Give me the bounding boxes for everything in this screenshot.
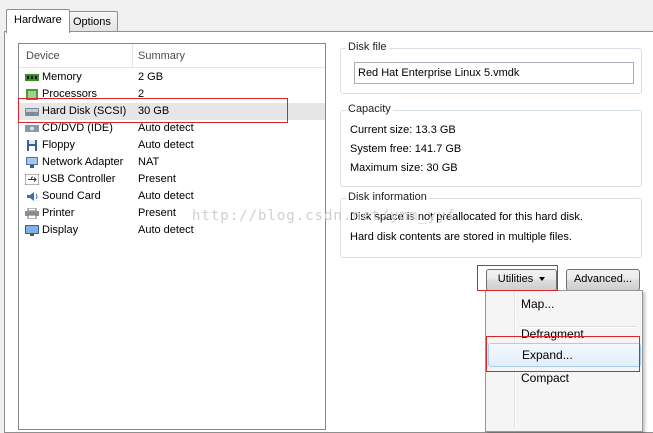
menu-item-compact[interactable]: Compact xyxy=(488,367,639,389)
device-row-hard-disk[interactable]: Hard Disk (SCSI) 30 GB xyxy=(19,103,325,120)
menu-item-expand[interactable]: Expand... xyxy=(488,343,641,367)
chevron-down-icon xyxy=(539,277,546,282)
device-list[interactable]: Device Summary Memory 2 GB Processors 2 … xyxy=(18,43,326,430)
menu-item-compact-label: Compact xyxy=(521,371,570,385)
utilities-button[interactable]: Utilities xyxy=(486,269,557,291)
hard-disk-icon xyxy=(25,108,39,116)
device-name: CD/DVD (IDE) xyxy=(42,122,113,134)
device-row-display[interactable]: Display Auto detect xyxy=(19,222,325,239)
tab-options[interactable]: Options xyxy=(66,11,118,32)
device-summary: Auto detect xyxy=(138,139,194,151)
column-summary[interactable]: Summary xyxy=(138,44,185,67)
device-summary: Auto detect xyxy=(138,190,194,202)
utilities-button-label: Utilities xyxy=(497,273,534,285)
menu-item-defragment[interactable]: Defragment xyxy=(488,323,639,345)
disk-information-legend: Disk information xyxy=(346,191,429,203)
printer-icon xyxy=(25,208,39,219)
device-summary: Auto detect xyxy=(138,224,194,236)
device-row-sound-card[interactable]: Sound Card Auto detect xyxy=(19,188,325,205)
device-summary: Auto detect xyxy=(138,122,194,134)
device-summary: Present xyxy=(138,207,176,219)
device-row-usb-controller[interactable]: USB Controller Present xyxy=(19,171,325,188)
device-row-cd-dvd[interactable]: CD/DVD (IDE) Auto detect xyxy=(19,120,325,137)
device-list-header: Device Summary xyxy=(19,44,325,68)
usb-icon xyxy=(25,174,39,185)
network-adapter-icon xyxy=(26,157,38,168)
device-row-printer[interactable]: Printer Present xyxy=(19,205,325,222)
device-summary: 2 GB xyxy=(138,71,164,83)
menu-item-expand-label: Expand... xyxy=(522,348,573,362)
device-name: Hard Disk (SCSI) xyxy=(42,105,127,117)
menu-item-defragment-label: Defragment xyxy=(521,327,584,341)
device-summary: 30 GB xyxy=(138,105,170,117)
column-device[interactable]: Device xyxy=(26,44,60,67)
device-row-processors[interactable]: Processors 2 xyxy=(19,86,325,103)
disk-info-line-1: Disk space is not preallocated for this … xyxy=(350,211,583,223)
device-row-network-adapter[interactable]: Network Adapter NAT xyxy=(19,154,325,171)
maximum-size-text: Maximum size: 30 GB xyxy=(350,162,458,174)
menu-item-map[interactable]: Map... xyxy=(488,293,639,315)
capacity-group: Capacity Current size: 13.3 GB System fr… xyxy=(340,103,642,187)
current-size-text: Current size: 13.3 GB xyxy=(350,124,456,136)
device-summary: NAT xyxy=(138,156,160,168)
disk-file-legend: Disk file xyxy=(346,41,389,53)
device-name: Display xyxy=(42,224,79,236)
device-row-memory[interactable]: Memory 2 GB xyxy=(19,69,325,86)
device-summary: 2 xyxy=(138,88,145,100)
display-icon xyxy=(25,225,39,236)
disk-file-field[interactable]: Red Hat Enterprise Linux 5.vmdk xyxy=(354,62,634,84)
device-name: Printer xyxy=(42,207,75,219)
device-row-floppy[interactable]: Floppy Auto detect xyxy=(19,137,325,154)
advanced-button[interactable]: Advanced... xyxy=(566,269,640,291)
menu-item-map-label: Map... xyxy=(521,297,555,311)
sound-card-icon xyxy=(27,192,38,201)
disk-information-group: Disk information Disk space is not preal… xyxy=(340,191,642,258)
cd-dvd-icon xyxy=(25,125,39,132)
device-name: Sound Card xyxy=(42,190,101,202)
device-name: Network Adapter xyxy=(42,156,124,168)
utilities-menu: Map... Defragment Expand... Compact xyxy=(485,290,643,432)
floppy-icon xyxy=(27,140,37,151)
memory-icon xyxy=(25,74,39,81)
tab-hardware[interactable]: Hardware xyxy=(6,9,70,33)
capacity-legend: Capacity xyxy=(346,103,393,115)
disk-file-group: Disk file Red Hat Enterprise Linux 5.vmd… xyxy=(340,41,642,94)
device-name: USB Controller xyxy=(42,173,116,185)
device-name: Memory xyxy=(42,71,82,83)
device-name: Processors xyxy=(42,88,98,100)
disk-info-line-2: Hard disk contents are stored in multipl… xyxy=(350,231,572,243)
device-summary: Present xyxy=(138,173,176,185)
device-name: Floppy xyxy=(42,139,76,151)
processor-icon xyxy=(26,89,38,100)
system-free-text: System free: 141.7 GB xyxy=(350,143,462,155)
